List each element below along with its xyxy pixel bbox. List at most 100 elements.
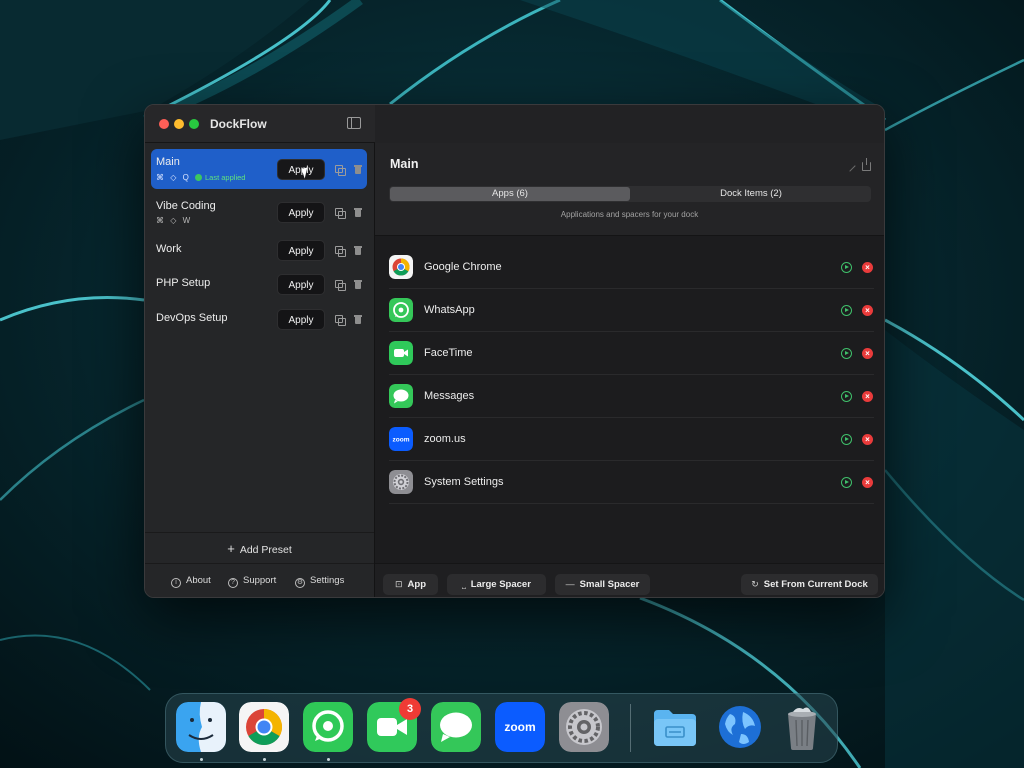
preset-item-devops-setup[interactable]: DevOps Setup Apply <box>151 304 367 334</box>
add-app-label: App <box>407 579 426 590</box>
move-icon[interactable] <box>841 391 852 402</box>
small-spacer-icon: — <box>565 579 575 589</box>
pencil-icon[interactable] <box>844 160 856 172</box>
app-row[interactable]: zoom zoom.us × <box>389 418 874 461</box>
apply-button[interactable]: Apply <box>277 309 325 330</box>
app-row[interactable]: WhatsApp × <box>389 289 874 332</box>
running-indicator <box>200 758 203 761</box>
refresh-icon: ↻ <box>751 579 759 589</box>
app-row[interactable]: FaceTime × <box>389 332 874 375</box>
close-window-button[interactable] <box>159 119 169 129</box>
app-row[interactable]: System Settings × <box>389 461 874 504</box>
preset-item-main[interactable]: Main ⌘ ◇ Q Last applied Apply <box>151 149 367 189</box>
large-spacer-icon: ⎵ <box>462 579 466 589</box>
add-app-button[interactable]: ⊡ App <box>383 574 438 595</box>
page-title: Main <box>390 157 419 171</box>
support-button[interactable]: ? Support <box>228 575 276 588</box>
about-button[interactable]: i About <box>171 575 211 588</box>
running-indicator <box>327 758 330 761</box>
preset-item-php-setup[interactable]: PHP Setup Apply <box>151 269 367 299</box>
set-from-current-dock-button[interactable]: ↻ Set From Current Dock <box>741 574 878 595</box>
app-name: WhatsApp <box>424 304 475 316</box>
last-applied-label: Last applied <box>205 173 246 182</box>
remove-icon[interactable]: × <box>862 348 873 359</box>
move-icon[interactable] <box>841 262 852 273</box>
move-icon[interactable] <box>841 434 852 445</box>
trash-icon[interactable] <box>353 246 363 256</box>
remove-icon[interactable]: × <box>862 305 873 316</box>
sidebar-toggle-icon[interactable] <box>347 117 361 129</box>
svg-text:zoom: zoom <box>504 720 535 734</box>
add-preset-label: Add Preset <box>239 544 292 556</box>
tab-dock-items[interactable]: Dock Items (2) <box>632 186 870 202</box>
preset-name: PHP Setup <box>156 277 211 289</box>
system-settings-icon <box>389 470 413 494</box>
facetime-icon <box>389 341 413 365</box>
duplicate-icon[interactable] <box>335 315 346 326</box>
remove-icon[interactable]: × <box>862 477 873 488</box>
folder-icon[interactable] <box>650 702 700 752</box>
trash-icon[interactable] <box>777 702 827 752</box>
question-icon: ? <box>228 578 238 588</box>
main-panel: Main Apps (6) Dock Items (2) Application… <box>375 143 884 597</box>
preset-shortcut: ⌘ ◇ W <box>156 216 193 225</box>
zoom-icon[interactable]: zoom <box>495 702 545 752</box>
trash-icon[interactable] <box>353 208 363 218</box>
about-label: About <box>186 575 211 586</box>
large-spacer-label: Large Spacer <box>470 579 531 590</box>
small-spacer-button[interactable]: — Small Spacer <box>555 574 650 595</box>
large-spacer-button[interactable]: ⎵ Large Spacer <box>447 574 546 595</box>
share-icon[interactable] <box>862 158 871 171</box>
settings-label: Settings <box>310 575 345 586</box>
whatsapp-icon <box>389 298 413 322</box>
remove-icon[interactable]: × <box>862 391 873 402</box>
app-row[interactable]: Google Chrome × <box>389 246 874 289</box>
duplicate-icon[interactable] <box>335 165 346 176</box>
main-header: Main Apps (6) Dock Items (2) Application… <box>375 143 884 236</box>
app-title: DockFlow <box>210 117 267 131</box>
duplicate-icon[interactable] <box>335 280 346 291</box>
preset-name: Main <box>156 156 180 168</box>
preset-item-vibe-coding[interactable]: Vibe Coding ⌘ ◇ W Apply <box>151 193 367 229</box>
whatsapp-icon[interactable] <box>303 702 353 752</box>
move-icon[interactable] <box>841 305 852 316</box>
move-icon[interactable] <box>841 348 852 359</box>
move-icon[interactable] <box>841 477 852 488</box>
trash-icon[interactable] <box>353 315 363 325</box>
finder-icon[interactable] <box>176 702 226 752</box>
last-applied-badge: Last applied <box>195 173 245 182</box>
app-name: FaceTime <box>424 347 473 359</box>
tab-apps[interactable]: Apps (6) <box>390 187 630 201</box>
globe-icon[interactable] <box>715 702 765 752</box>
preset-shortcut: ⌘ ◇ Q <box>156 173 191 182</box>
trash-icon[interactable] <box>353 165 363 175</box>
preset-name: Work <box>156 243 182 255</box>
messages-icon[interactable] <box>431 702 481 752</box>
set-from-dock-label: Set From Current Dock <box>763 579 868 590</box>
remove-icon[interactable]: × <box>862 434 873 445</box>
zoom-icon: zoom <box>389 427 413 451</box>
apply-button[interactable]: Apply <box>277 202 325 223</box>
section-subtitle: Applications and spacers for your dock <box>560 210 699 219</box>
zoom-window-button[interactable] <box>189 119 199 129</box>
preset-item-work[interactable]: Work Apply <box>151 235 367 265</box>
system-settings-icon[interactable] <box>559 702 609 752</box>
duplicate-icon[interactable] <box>335 208 346 219</box>
chrome-icon[interactable] <box>239 702 289 752</box>
apply-button[interactable]: Apply <box>277 274 325 295</box>
main-footer: ⊡ App ⎵ Large Spacer — Small Spacer ↻ Set Fr… <box>375 563 884 597</box>
sidebar-footer: i About ? Support ⚙ Settings <box>145 563 374 597</box>
app-square-icon: ⊡ <box>394 579 403 589</box>
app-row[interactable]: Messages × <box>389 375 874 418</box>
dockflow-window: DockFlow Main ⌘ ◇ Q Last applied Apply V… <box>144 104 885 598</box>
minimize-window-button[interactable] <box>174 119 184 129</box>
titlebar-right <box>375 105 884 143</box>
duplicate-icon[interactable] <box>335 246 346 257</box>
trash-icon[interactable] <box>353 280 363 290</box>
support-label: Support <box>243 575 277 586</box>
apply-button[interactable]: Apply <box>277 240 325 261</box>
add-preset-button[interactable]: + Add Preset <box>145 532 374 563</box>
app-name: zoom.us <box>424 433 466 445</box>
remove-icon[interactable]: × <box>862 262 873 273</box>
settings-button[interactable]: ⚙ Settings <box>295 575 344 588</box>
